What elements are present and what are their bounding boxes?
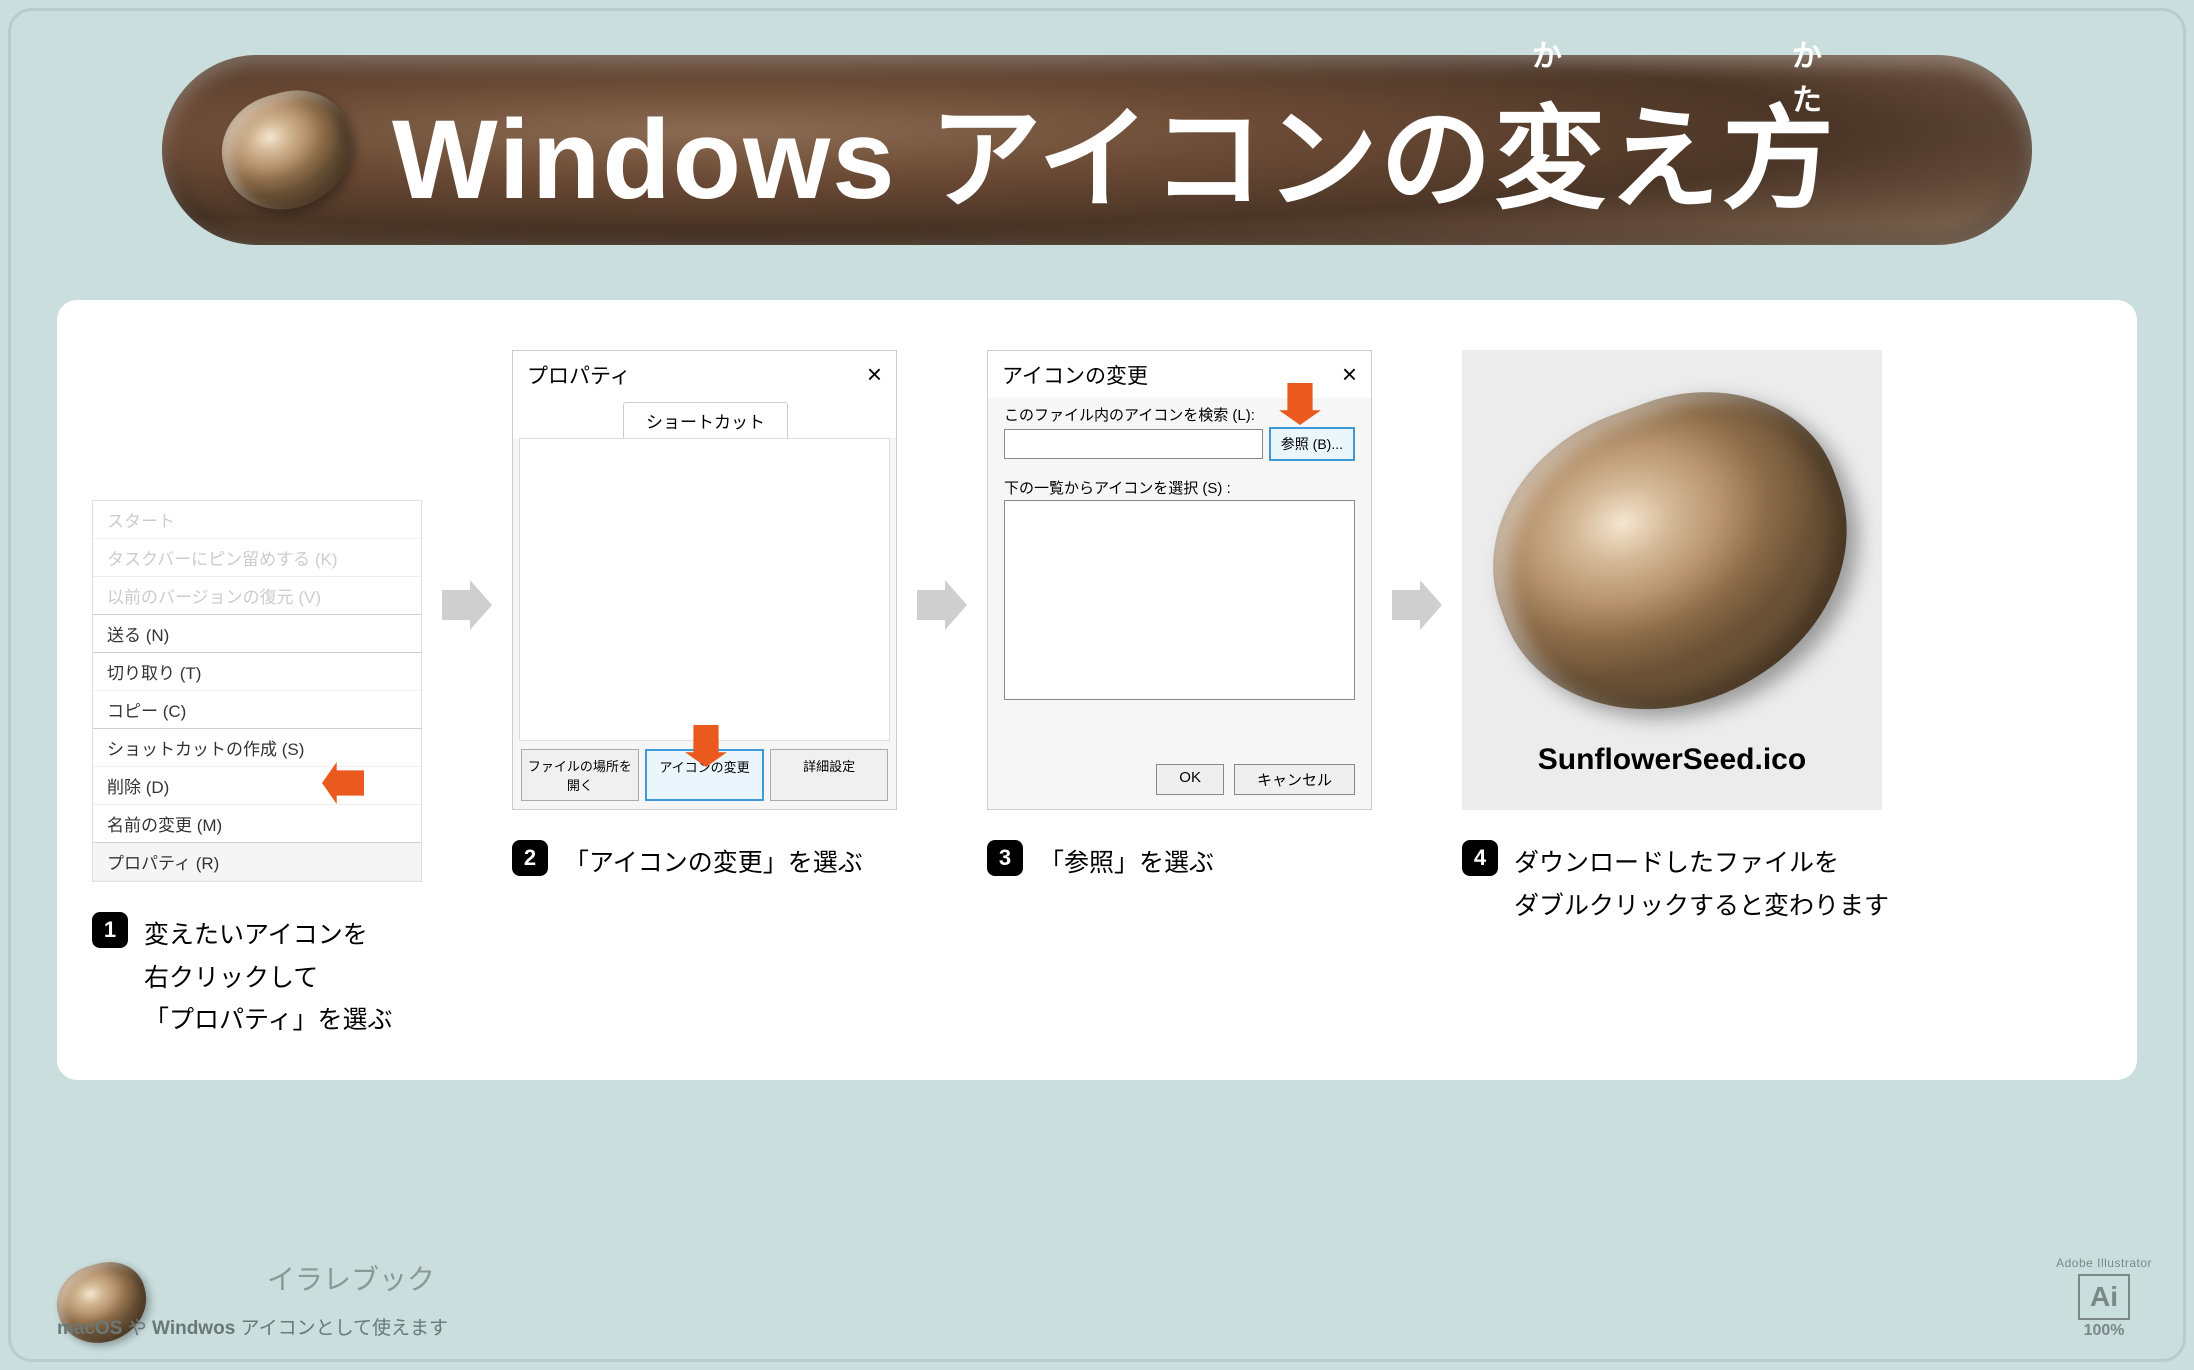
- advanced-button[interactable]: 詳細設定: [770, 749, 888, 801]
- title-main: Windows アイコンの変え方: [392, 97, 1836, 222]
- sub-rest: アイコンとして使えます: [235, 1318, 448, 1339]
- step-3: アイコンの変更 × このファイル内のアイコンを検索 (L): 参照 (B)...…: [987, 350, 1372, 885]
- ctx-item-faded: スタート: [93, 501, 421, 539]
- steps-panel: スタート タスクバーにピン留めする (K) 以前のバージョンの復元 (V) 送る…: [57, 300, 2137, 1080]
- footer-subtext: macOS や Windwos アイコンとして使えます: [57, 1313, 448, 1340]
- page-title: Windows アイコンの変え方 か かた: [392, 69, 1836, 231]
- list-label: 下の一覧からアイコンを選択 (S) :: [988, 471, 1371, 500]
- step-text: 「アイコンの変更」を選ぶ: [564, 842, 863, 885]
- dialog-title: プロパティ: [527, 360, 631, 390]
- pointer-arrow-icon: [685, 725, 727, 767]
- pointer-arrow-icon: [322, 762, 364, 804]
- ctx-item-cut[interactable]: 切り取り (T): [93, 653, 421, 691]
- ctx-item-shortcut[interactable]: ショットカットの作成 (S): [93, 729, 421, 767]
- ico-filename: SunflowerSeed.ico: [1538, 743, 1806, 777]
- ai-badge-top: Adobe Illustrator: [2056, 1256, 2152, 1270]
- step-1: スタート タスクバーにピン留めする (K) 以前のバージョンの復元 (V) 送る…: [92, 500, 422, 1042]
- sub-macos: macOS: [57, 1318, 122, 1339]
- ico-file-preview: SunflowerSeed.ico: [1462, 350, 1882, 810]
- step-4: SunflowerSeed.ico 4 ダウンロードしたファイルを ダブルクリッ…: [1462, 350, 1889, 927]
- pointer-arrow-icon: [1279, 383, 1321, 425]
- ok-button[interactable]: OK: [1156, 764, 1224, 795]
- dialog-titlebar: プロパティ ×: [513, 351, 896, 398]
- illustrator-icon: Ai: [2078, 1274, 2130, 1320]
- cancel-button[interactable]: キャンセル: [1234, 764, 1355, 795]
- ctx-item-delete[interactable]: 削除 (D): [93, 767, 421, 805]
- flow-arrow-icon: [1392, 580, 1442, 630]
- step-number: 4: [1462, 840, 1498, 876]
- ctx-item-rename[interactable]: 名前の変更 (M): [93, 805, 421, 843]
- seed-icon: [1452, 350, 1893, 755]
- step-number: 2: [512, 840, 548, 876]
- ruby-ka: か: [1532, 31, 1564, 75]
- step-number: 3: [987, 840, 1023, 876]
- ai-badge: Adobe Illustrator Ai 100%: [2056, 1256, 2152, 1340]
- icon-list[interactable]: [1004, 500, 1355, 700]
- tab-shortcut[interactable]: ショートカット: [623, 402, 788, 438]
- context-menu: スタート タスクバーにピン留めする (K) 以前のバージョンの復元 (V) 送る…: [92, 500, 422, 882]
- step-text: ダウンロードしたファイルを ダブルクリックすると変わります: [1514, 842, 1889, 927]
- close-icon[interactable]: ×: [867, 359, 882, 390]
- seed-icon: [209, 78, 364, 223]
- close-icon[interactable]: ×: [1342, 359, 1357, 390]
- ctx-item-copy[interactable]: コピー (C): [93, 691, 421, 729]
- tab-bar: ショートカット: [513, 398, 896, 438]
- icon-path-input[interactable]: [1004, 429, 1263, 459]
- step-number: 1: [92, 912, 128, 948]
- ctx-item-properties[interactable]: プロパティ (R): [93, 843, 421, 881]
- brand-label: イラレブック: [267, 1258, 435, 1298]
- sub-windows: Windwos: [152, 1318, 235, 1339]
- ctx-item-faded: 以前のバージョンの復元 (V): [93, 577, 421, 615]
- step-2: プロパティ × ショートカット ファイルの場所を開く アイコンの変更 詳細設定 …: [512, 350, 897, 885]
- change-icon-dialog: アイコンの変更 × このファイル内のアイコンを検索 (L): 参照 (B)...…: [987, 350, 1372, 810]
- open-location-button[interactable]: ファイルの場所を開く: [521, 749, 639, 801]
- ai-badge-pct: 100%: [2056, 1322, 2152, 1340]
- ctx-item-send[interactable]: 送る (N): [93, 615, 421, 653]
- dialog-title: アイコンの変更: [1002, 360, 1148, 390]
- title-banner: Windows アイコンの変え方 か かた: [162, 55, 2032, 245]
- flow-arrow-icon: [442, 580, 492, 630]
- ruby-kata: かた: [1792, 31, 1836, 119]
- browse-button[interactable]: 参照 (B)...: [1269, 427, 1355, 461]
- flow-arrow-icon: [917, 580, 967, 630]
- step-text: 「参照」を選ぶ: [1039, 842, 1214, 885]
- dialog-body: [519, 438, 890, 741]
- ctx-item-faded: タスクバーにピン留めする (K): [93, 539, 421, 577]
- properties-dialog: プロパティ × ショートカット ファイルの場所を開く アイコンの変更 詳細設定: [512, 350, 897, 810]
- sub-mid: や: [122, 1318, 152, 1339]
- step-text: 変えたいアイコンを 右クリックして 「プロパティ」を選ぶ: [144, 914, 393, 1042]
